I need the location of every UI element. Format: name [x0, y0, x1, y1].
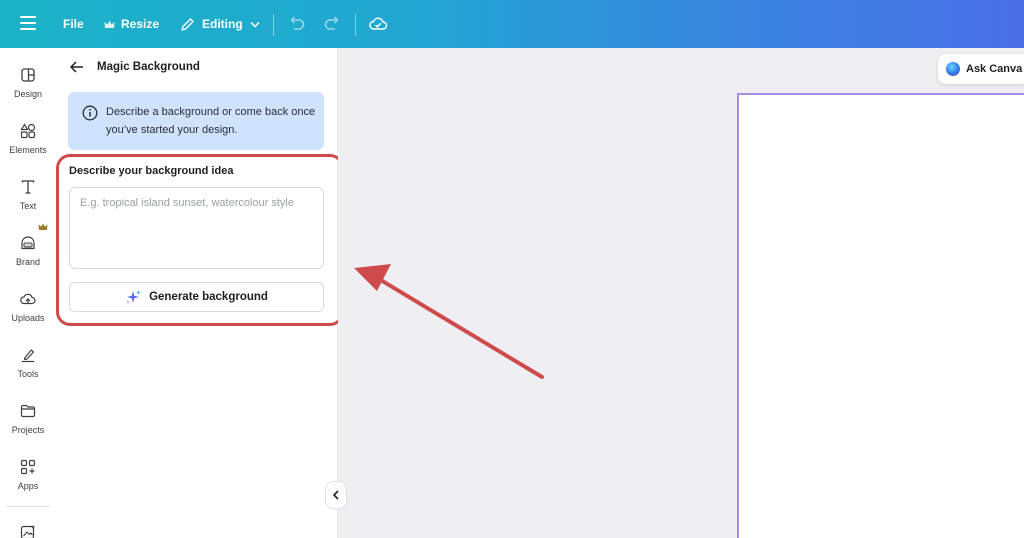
- app-window: File Resize Editing Design Elements Text: [0, 0, 1024, 538]
- annotation-arrow: [354, 264, 544, 379]
